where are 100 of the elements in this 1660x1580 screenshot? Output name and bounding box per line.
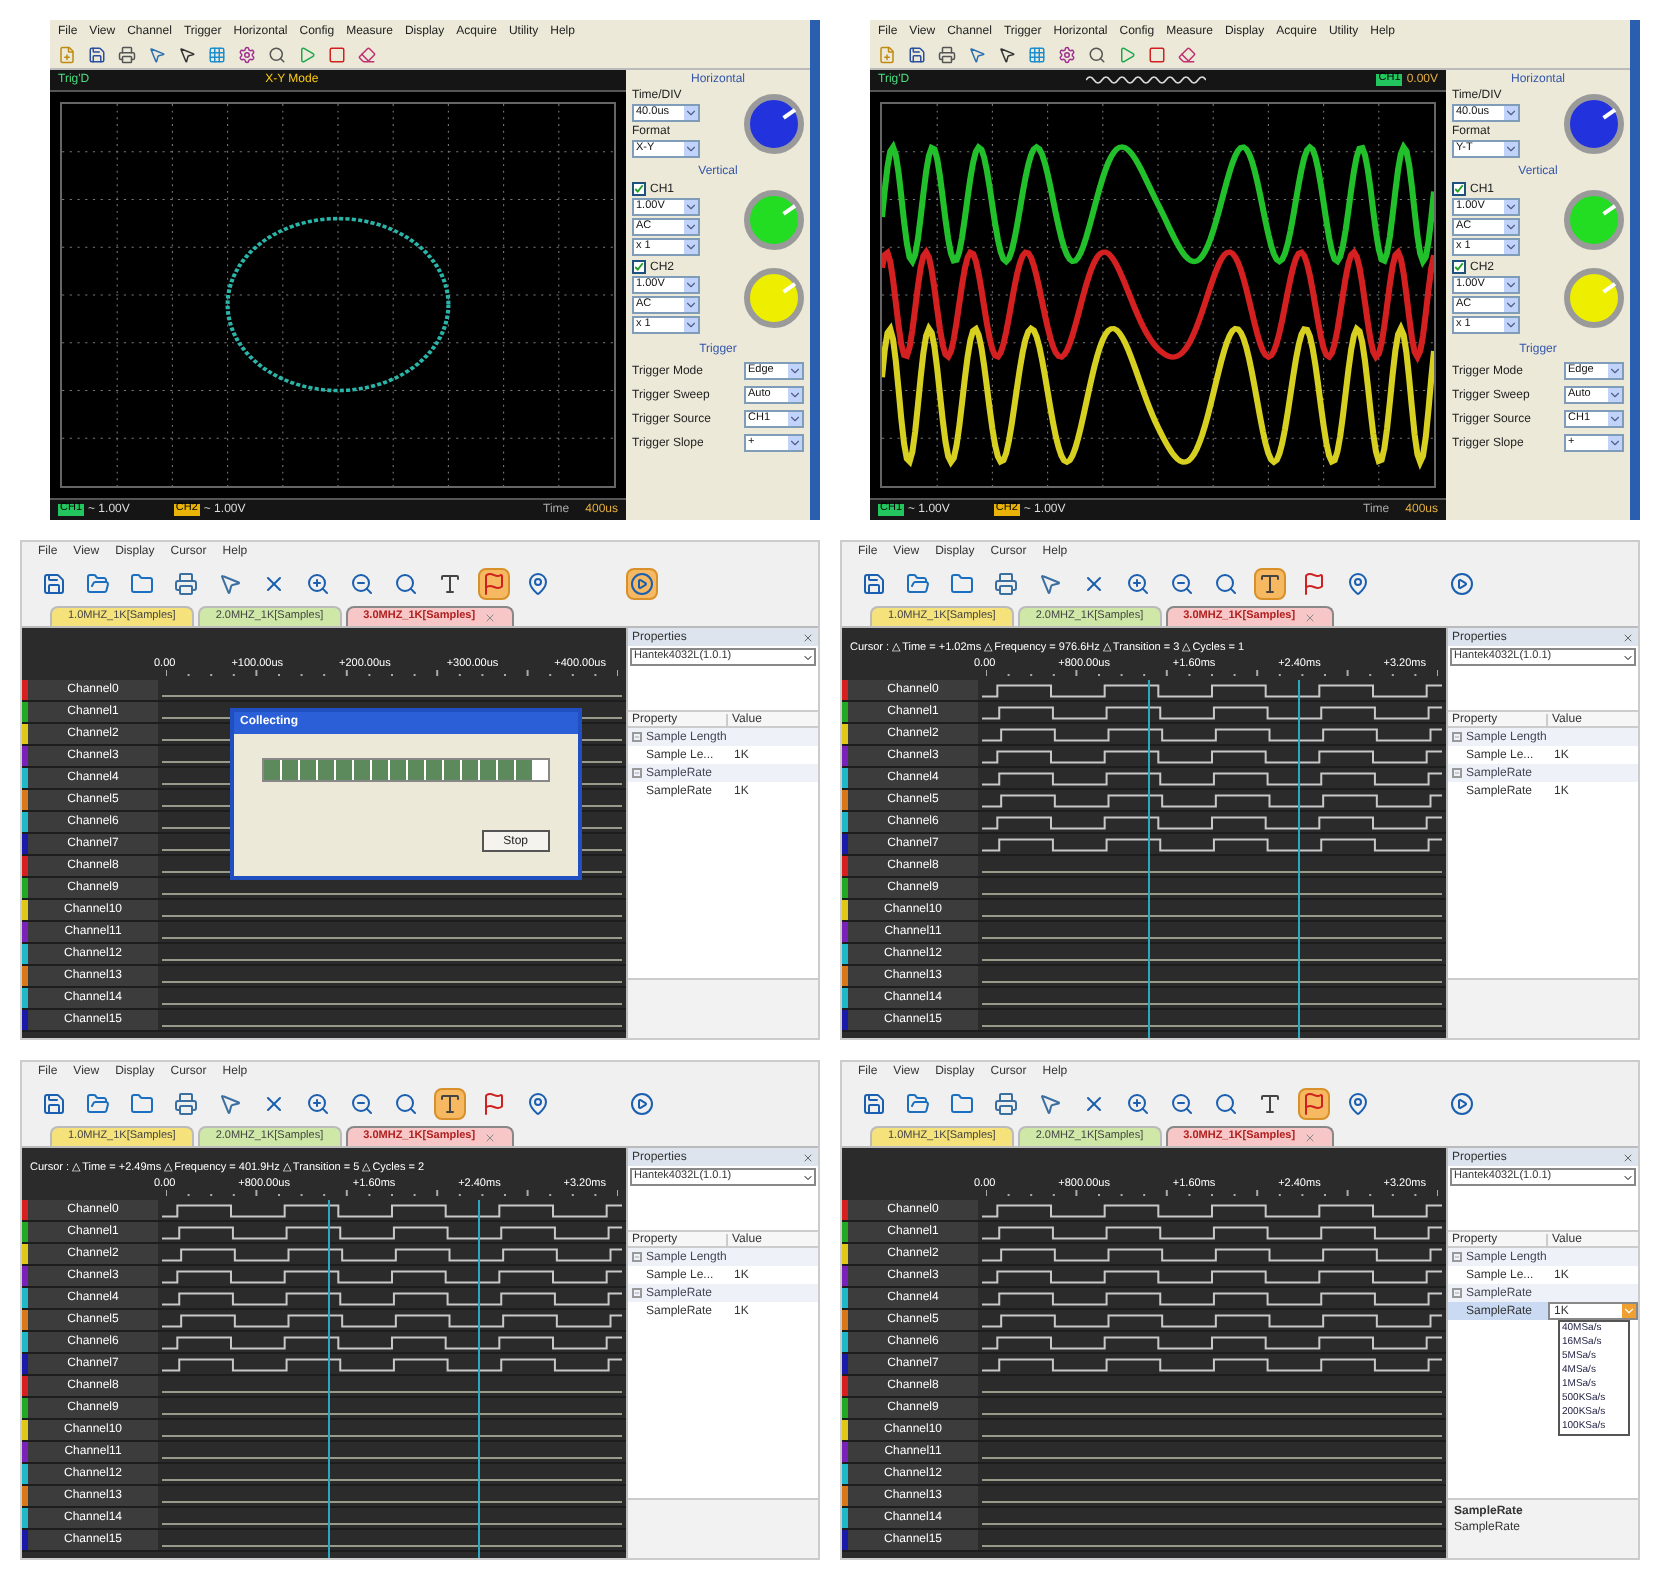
eraser-icon[interactable] (1178, 46, 1196, 64)
print-button[interactable] (990, 1088, 1022, 1120)
run-button[interactable] (1446, 568, 1478, 600)
caret-icon (684, 106, 698, 120)
gear-icon[interactable] (1058, 46, 1076, 64)
zoom-button[interactable] (390, 1088, 422, 1120)
pointer-icon (1038, 1092, 1062, 1116)
printer-icon[interactable] (938, 46, 956, 64)
checkbox[interactable] (632, 260, 646, 274)
marker-icon (1302, 1092, 1326, 1116)
eraser-icon[interactable] (358, 46, 376, 64)
caret-icon (1622, 651, 1634, 663)
zoom-icon (394, 1092, 418, 1116)
caret-icon (1504, 278, 1518, 292)
zoom-in-button[interactable] (302, 1088, 334, 1120)
zoom-button[interactable] (1210, 1088, 1242, 1120)
zoom-out-button[interactable] (1166, 1088, 1198, 1120)
cursor-line[interactable] (1147, 680, 1150, 1038)
gear-icon[interactable] (238, 46, 256, 64)
close-icon[interactable] (1622, 631, 1634, 643)
grid-icon[interactable] (208, 46, 226, 64)
grid-icon[interactable] (1028, 46, 1046, 64)
caret-icon (802, 651, 814, 663)
run-icon (630, 572, 654, 596)
stop-icon[interactable] (1148, 46, 1166, 64)
print-button[interactable] (170, 1088, 202, 1120)
collapse-icon[interactable] (1452, 1252, 1462, 1262)
folder-icon (130, 572, 154, 596)
stop-icon[interactable] (328, 46, 346, 64)
close-icon[interactable] (802, 1151, 814, 1163)
zoom-button[interactable] (390, 568, 422, 600)
caret-icon (1504, 106, 1518, 120)
cursor-icon (438, 572, 462, 596)
run-button[interactable] (1446, 1088, 1478, 1120)
cursor-line[interactable] (327, 1200, 330, 1558)
search-icon[interactable] (268, 46, 286, 64)
open-icon (906, 572, 930, 596)
close-icon[interactable] (1622, 1151, 1634, 1163)
save-icon[interactable] (908, 46, 926, 64)
zoom-in-button[interactable] (1122, 1088, 1154, 1120)
run-button[interactable] (626, 1088, 658, 1120)
checkbox[interactable] (1452, 182, 1466, 196)
cursor-line[interactable] (1298, 680, 1301, 1038)
save-icon[interactable] (88, 46, 106, 64)
marker-icon (482, 572, 506, 596)
caret-icon (1608, 364, 1622, 378)
zoom-in-icon (306, 1092, 330, 1116)
checkbox[interactable] (1452, 260, 1466, 274)
print-button[interactable] (170, 568, 202, 600)
folder-icon (130, 1092, 154, 1116)
pointer-icon (218, 572, 242, 596)
collapse-icon[interactable] (632, 732, 642, 742)
collapse-icon[interactable] (632, 1288, 642, 1298)
caret-icon (1504, 220, 1518, 234)
save-button[interactable] (38, 1088, 70, 1120)
zoom-in-icon (1126, 1092, 1150, 1116)
delete-icon (262, 1092, 286, 1116)
zoom-out-button[interactable] (1166, 568, 1198, 600)
play-icon[interactable] (1118, 46, 1136, 64)
save-button[interactable] (38, 568, 70, 600)
close-icon[interactable] (802, 631, 814, 643)
run-icon (1450, 572, 1474, 596)
marker-button[interactable] (1298, 1088, 1330, 1120)
cursor-button[interactable] (1254, 568, 1286, 600)
cursor-button[interactable] (434, 1088, 466, 1120)
collapse-icon[interactable] (1452, 1288, 1462, 1298)
knob[interactable] (1564, 94, 1624, 154)
caret-icon (684, 200, 698, 214)
search-icon[interactable] (1088, 46, 1106, 64)
zoom-button[interactable] (1210, 568, 1242, 600)
checkbox[interactable] (632, 182, 646, 196)
marker-button[interactable] (478, 568, 510, 600)
print-icon (994, 572, 1018, 596)
zoom-in-button[interactable] (1122, 568, 1154, 600)
save-icon (862, 1092, 886, 1116)
zoom-out-button[interactable] (346, 1088, 378, 1120)
caret-icon (1608, 412, 1622, 426)
pin-icon (1346, 572, 1370, 596)
caret-icon (684, 240, 698, 254)
collapse-icon[interactable] (632, 1252, 642, 1262)
marker-icon (1302, 572, 1326, 596)
open-icon (86, 1092, 110, 1116)
caret-icon (1504, 240, 1518, 254)
save-button[interactable] (858, 1088, 890, 1120)
pin-icon (526, 1092, 550, 1116)
play-icon[interactable] (298, 46, 316, 64)
zoom-out-button[interactable] (346, 568, 378, 600)
collapse-icon[interactable] (1452, 732, 1462, 742)
printer-icon[interactable] (118, 46, 136, 64)
collapse-icon[interactable] (632, 768, 642, 778)
print-button[interactable] (990, 568, 1022, 600)
pin-icon (1346, 1092, 1370, 1116)
cursor-line[interactable] (478, 1200, 481, 1558)
caret-icon (1608, 388, 1622, 402)
zoom-in-button[interactable] (302, 568, 334, 600)
save-button[interactable] (858, 568, 890, 600)
run-button[interactable] (626, 568, 658, 600)
collapse-icon[interactable] (1452, 768, 1462, 778)
zoom-out-icon (1170, 572, 1194, 596)
knob[interactable] (744, 94, 804, 154)
